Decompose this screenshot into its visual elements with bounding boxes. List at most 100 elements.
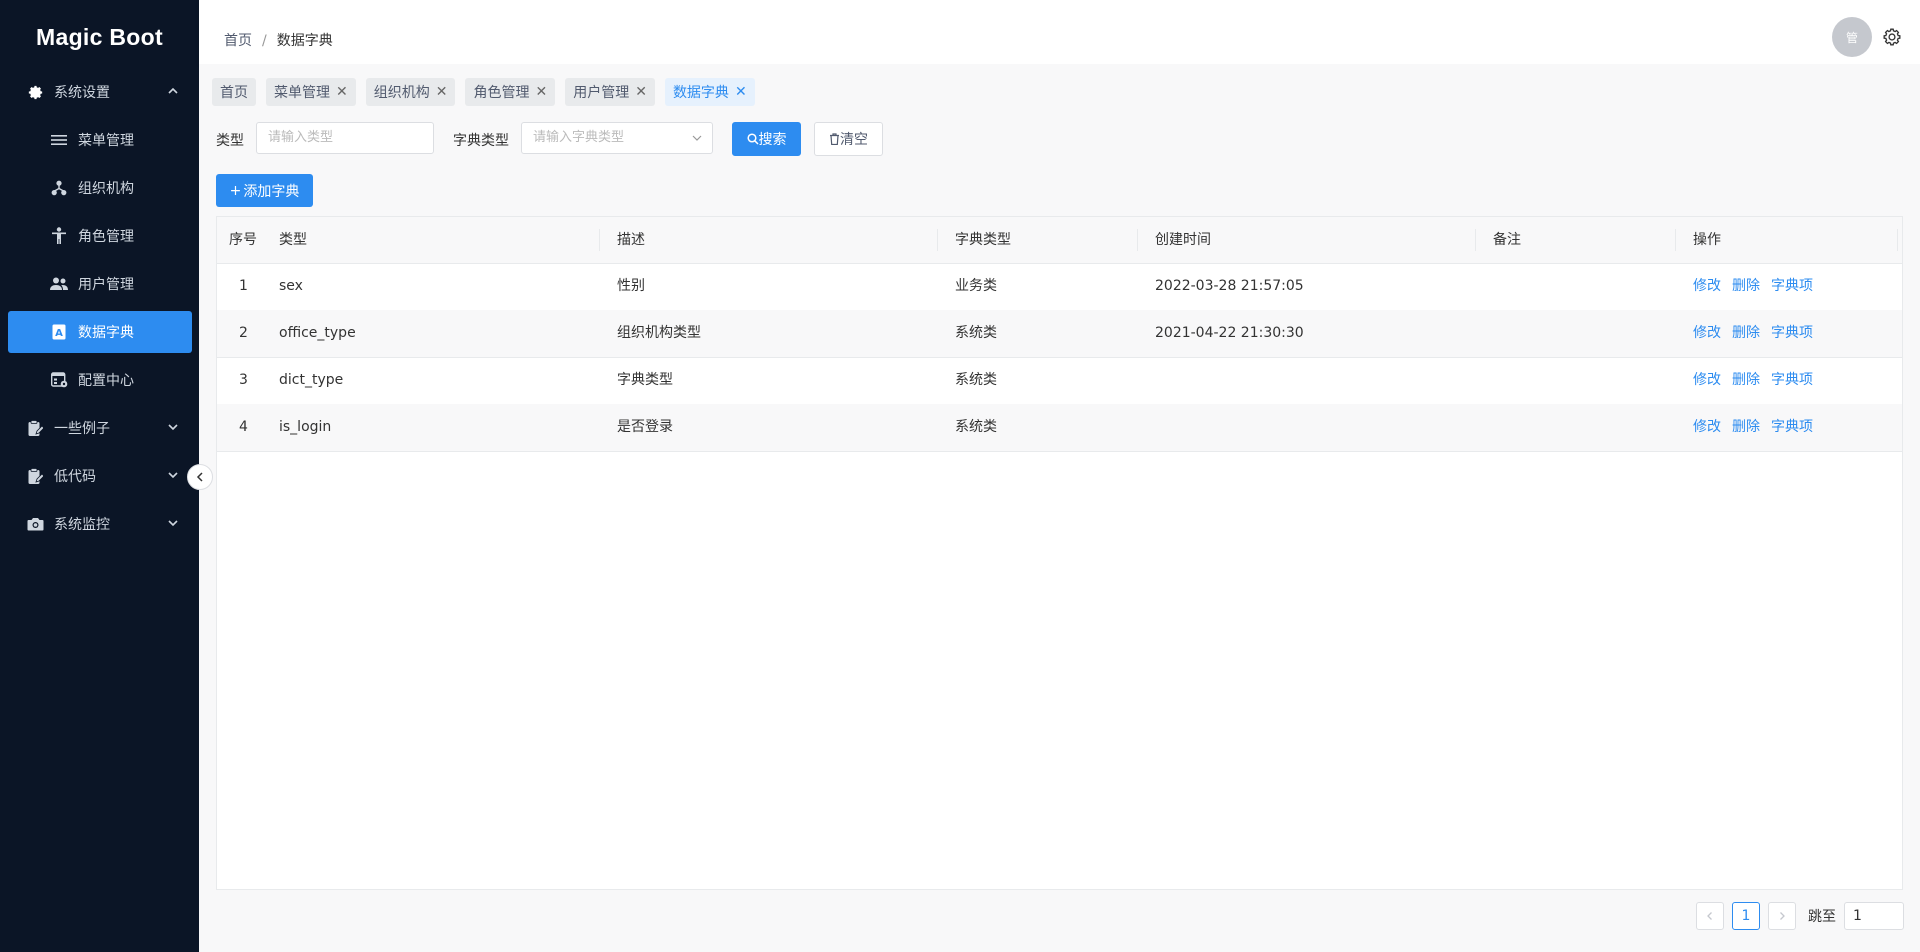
close-icon[interactable]: ✕ xyxy=(735,84,747,100)
dictionary-icon: A xyxy=(50,323,68,341)
cell-index: 1 xyxy=(239,278,248,294)
sidebar-group-label: 一些例子 xyxy=(54,421,110,437)
tab-label: 首页 xyxy=(220,85,248,101)
person-icon xyxy=(50,227,68,245)
column-header-type: 类型 xyxy=(279,232,307,248)
close-icon[interactable]: ✕ xyxy=(336,84,348,100)
add-dict-button[interactable]: + 添加字典 xyxy=(216,174,313,207)
avatar[interactable]: 管 xyxy=(1832,17,1872,57)
cell-actions: 修改 删除 字典项 xyxy=(1693,263,1824,310)
chevron-left-icon xyxy=(196,472,203,482)
breadcrumb-separator: / xyxy=(262,33,267,49)
chevron-down-icon xyxy=(168,424,178,431)
cell-created: 2021-04-22 21:30:30 xyxy=(1155,325,1304,341)
sidebar-group-system-settings[interactable]: 系统设置 xyxy=(8,71,192,113)
next-page-button[interactable] xyxy=(1768,902,1796,930)
chevron-up-icon xyxy=(168,87,178,94)
cell-actions: 修改 删除 字典项 xyxy=(1693,357,1824,404)
tab-label: 组织机构 xyxy=(373,85,430,101)
search-button[interactable]: 搜索 xyxy=(732,122,801,156)
column-header-created: 创建时间 xyxy=(1155,232,1211,248)
sidebar-group-system-monitor[interactable]: 系统监控 xyxy=(8,503,192,545)
close-icon[interactable]: ✕ xyxy=(436,84,448,100)
list-icon xyxy=(50,131,68,149)
clear-button[interactable]: 清空 xyxy=(814,122,883,156)
page-number-current[interactable]: 1 xyxy=(1732,902,1760,930)
column-divider[interactable] xyxy=(599,229,600,251)
sidebar-group-label: 低代码 xyxy=(54,469,96,485)
chevron-down-icon xyxy=(692,135,702,141)
sidebar-item-label: 数据字典 xyxy=(78,325,134,341)
delete-link[interactable]: 删除 xyxy=(1732,419,1760,435)
cell-desc: 性别 xyxy=(617,278,645,294)
sidebar-group-label: 系统监控 xyxy=(54,517,110,533)
dict-items-link[interactable]: 字典项 xyxy=(1771,325,1813,341)
cell-index: 3 xyxy=(239,372,248,388)
sidebar: Magic Boot 系统设置 菜单管理 组织机构 角色管理 用户管理 A 数据… xyxy=(0,0,199,952)
type-input[interactable]: 请输入类型 xyxy=(256,122,434,154)
breadcrumb: 首页 / 数据字典 xyxy=(224,30,333,50)
tab-data-dictionary[interactable]: 数据字典 ✕ xyxy=(664,78,755,106)
edit-link[interactable]: 修改 xyxy=(1693,325,1721,341)
sidebar-group-label: 系统设置 xyxy=(54,85,110,101)
chevron-down-icon xyxy=(168,520,178,527)
pagination: 1 跳至 1 xyxy=(1696,902,1904,930)
cell-index: 2 xyxy=(239,325,248,341)
dict-type-select[interactable]: 请输入字典类型 xyxy=(521,122,713,154)
column-divider[interactable] xyxy=(1475,229,1476,251)
tab-home[interactable]: 首页 xyxy=(212,78,256,106)
dict-items-link[interactable]: 字典项 xyxy=(1771,419,1813,435)
sidebar-item-label: 配置中心 xyxy=(78,373,134,389)
sidebar-item-data-dictionary[interactable]: A 数据字典 xyxy=(8,311,192,353)
column-divider[interactable] xyxy=(1675,229,1676,251)
edit-link[interactable]: 修改 xyxy=(1693,419,1721,435)
tab-user-management[interactable]: 用户管理 ✕ xyxy=(565,78,655,106)
tab-label: 菜单管理 xyxy=(274,85,330,101)
delete-link[interactable]: 删除 xyxy=(1732,278,1760,294)
dict-type-placeholder: 请输入字典类型 xyxy=(533,130,625,145)
tab-label: 数据字典 xyxy=(672,85,729,101)
cell-index: 4 xyxy=(239,419,248,435)
tab-bar: 首页 菜单管理 ✕ 组织机构 ✕ 角色管理 ✕ 用户管理 ✕ 数据字典 ✕ xyxy=(212,78,755,106)
delete-link[interactable]: 删除 xyxy=(1732,325,1760,341)
tab-role-management[interactable]: 角色管理 ✕ xyxy=(465,78,556,106)
edit-link[interactable]: 修改 xyxy=(1693,278,1721,294)
cell-dict-type: 系统类 xyxy=(955,372,997,388)
column-divider[interactable] xyxy=(1897,229,1898,251)
close-icon[interactable]: ✕ xyxy=(635,84,647,100)
dict-table: 序号 类型 描述 字典类型 创建时间 备注 操作 1 sex 性别 业务类 20… xyxy=(216,216,1903,890)
column-divider[interactable] xyxy=(937,229,938,251)
dict-items-link[interactable]: 字典项 xyxy=(1771,372,1813,388)
breadcrumb-home[interactable]: 首页 xyxy=(224,33,252,49)
sidebar-item-config-center[interactable]: 配置中心 xyxy=(8,359,192,401)
sidebar-group-examples[interactable]: 一些例子 xyxy=(8,407,192,449)
column-header-dict-type: 字典类型 xyxy=(955,232,1011,248)
sidebar-collapse-button[interactable] xyxy=(187,464,213,490)
sidebar-group-low-code[interactable]: 低代码 xyxy=(8,455,192,497)
tab-label: 用户管理 xyxy=(573,85,630,101)
clipboard-icon xyxy=(26,467,44,485)
settings-button[interactable] xyxy=(1882,27,1902,47)
sidebar-item-user-management[interactable]: 用户管理 xyxy=(8,263,192,305)
prev-page-button[interactable] xyxy=(1696,902,1724,930)
jump-page-input[interactable]: 1 xyxy=(1844,902,1904,930)
sidebar-item-organization[interactable]: 组织机构 xyxy=(8,167,192,209)
clipboard-icon xyxy=(26,419,44,437)
close-icon[interactable]: ✕ xyxy=(535,84,547,100)
cell-created: 2022-03-28 21:57:05 xyxy=(1155,278,1304,294)
cell-desc: 是否登录 xyxy=(617,419,673,435)
tab-organization[interactable]: 组织机构 ✕ xyxy=(365,78,456,106)
tab-menu-management[interactable]: 菜单管理 ✕ xyxy=(266,78,356,106)
sidebar-item-role-management[interactable]: 角色管理 xyxy=(8,215,192,257)
cell-type: is_login xyxy=(279,419,332,435)
chevron-left-icon xyxy=(1707,912,1712,920)
edit-link[interactable]: 修改 xyxy=(1693,372,1721,388)
camera-icon xyxy=(26,515,44,533)
delete-link[interactable]: 删除 xyxy=(1732,372,1760,388)
dict-items-link[interactable]: 字典项 xyxy=(1771,278,1813,294)
gear-icon xyxy=(1883,28,1901,46)
clear-button-label: 清空 xyxy=(840,132,868,148)
table-row: 1 sex 性别 业务类 2022-03-28 21:57:05 修改 删除 字典项 xyxy=(217,263,1902,311)
column-divider[interactable] xyxy=(1137,229,1138,251)
sidebar-item-menu-management[interactable]: 菜单管理 xyxy=(8,119,192,161)
